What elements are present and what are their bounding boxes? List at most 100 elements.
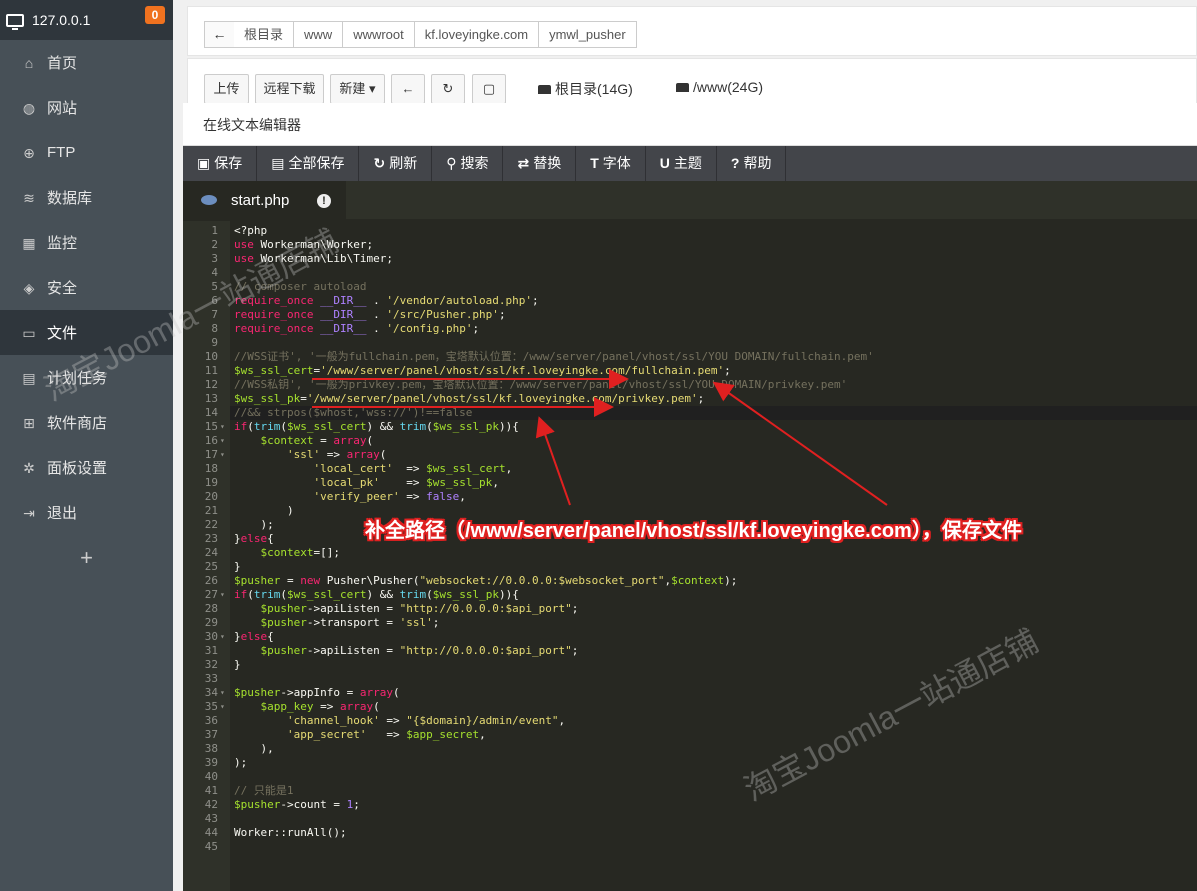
disk-root-label: 根目录(14G) [555, 81, 633, 97]
sidebar-item-label: 文件 [47, 325, 78, 342]
fold-arrow-icon[interactable]: ▾ [220, 588, 228, 602]
sidebar-item-2[interactable]: ⊕ FTP [0, 130, 173, 175]
line-number: 13 [204, 392, 218, 405]
line-number: 29 [204, 616, 218, 629]
online-text-editor: 在线文本编辑器 ▣ 保存 ▤ 全部保存 ↻ 刷新 ⚲ 搜索 ⇄ 替换 T 字体 U 主题? 帮助 start… [183, 103, 1197, 891]
code-line: } [234, 560, 241, 573]
code-line: $pusher->count = 1; [234, 798, 360, 811]
terminal-button[interactable]: ▢ [472, 74, 506, 104]
sidebar-item-label: 网站 [47, 100, 78, 117]
disk-icon [676, 83, 689, 92]
code-line: $pusher = new Pusher\Pusher("websocket:/… [234, 574, 738, 587]
remote-download-button[interactable]: 远程下载 [255, 74, 324, 104]
disk-icon [538, 85, 551, 94]
editor-tool-theme[interactable]: U 主题 [646, 146, 717, 181]
line-number: 23 [204, 532, 218, 545]
info-icon[interactable]: ! [317, 194, 331, 208]
gear-icon: ✲ [23, 459, 35, 476]
line-number: 21 [204, 504, 218, 517]
fold-arrow-icon[interactable]: ▾ [220, 630, 228, 644]
breadcrumb-item[interactable]: ymwl_pusher [539, 21, 637, 48]
logout-icon: ⇥ [23, 504, 35, 521]
sidebar-item-4[interactable]: ▦ 监控 [0, 220, 173, 265]
line-number: 1 [211, 224, 218, 237]
back-button[interactable]: ← [391, 74, 425, 104]
code-area[interactable]: 1 2 3 4 5 6 7 8 9 10 11 12 13 14 15 ▾ 16 ▾ 17 ▾ 18 19 20 21 22 23… [183, 221, 1197, 891]
editor-tool-label: 搜索 [460, 155, 489, 171]
disk-www[interactable]: /www(24G) [676, 79, 763, 95]
fold-arrow-icon[interactable]: ▾ [220, 700, 228, 714]
sidebar-item-1[interactable]: ◍ 网站 [0, 85, 173, 130]
fold-arrow-icon[interactable]: ▾ [220, 448, 228, 462]
back-arrow-icon[interactable]: ← [204, 21, 234, 48]
code-line: Worker::runAll(); [234, 826, 347, 839]
line-number: 18 [204, 462, 218, 475]
tab-start-php[interactable]: start.php ! [183, 181, 346, 219]
editor-tool-font[interactable]: T 字体 [576, 146, 646, 181]
sidebar-item-9[interactable]: ✲ 面板设置 [0, 445, 173, 490]
server-header[interactable]: 127.0.0.1 0 [0, 0, 173, 40]
fold-arrow-icon[interactable]: ▾ [220, 686, 228, 700]
editor-tool-help[interactable]: ? 帮助 [717, 146, 787, 181]
fold-arrow-icon[interactable]: ▾ [220, 434, 228, 448]
line-number: 41 [204, 784, 218, 797]
shield-icon: ◈ [23, 279, 35, 296]
sidebar-item-8[interactable]: ⊞ 软件商店 [0, 400, 173, 445]
code-line: 'channel_hook' => "{$domain}/admin/event… [286, 714, 566, 727]
calendar-icon: ▤ [22, 369, 36, 386]
breadcrumb-item[interactable]: 根目录 [234, 21, 295, 48]
file-toolbar: 上传 远程下载 新建 ▾ ← ↻ ▢ 根目录(14G) /www(24G) [187, 58, 1197, 108]
code-line: 'verify_peer' => false, [313, 490, 466, 503]
editor-tool-save[interactable]: ▣ 保存 [183, 146, 258, 181]
globe-icon: ◍ [22, 99, 36, 116]
fold-arrow-icon[interactable]: ▾ [220, 420, 228, 434]
sidebar-item-label: 安全 [47, 280, 78, 297]
notification-badge[interactable]: 0 [145, 6, 165, 24]
line-number: 17 [204, 448, 218, 461]
editor-tool-replace[interactable]: ⇄ 替换 [503, 146, 577, 181]
code-line: $context = array( [260, 434, 374, 447]
upload-button[interactable]: 上传 [204, 74, 249, 104]
tab-label: start.php [231, 192, 290, 209]
ftp-icon: ⊕ [23, 144, 35, 161]
refresh-button[interactable]: ↻ [431, 74, 465, 104]
line-number: 27 [204, 588, 218, 601]
line-number: 2 [211, 238, 218, 251]
monitor-chart-icon: ▦ [22, 234, 36, 251]
editor-title: 在线文本编辑器 [183, 103, 1197, 146]
code-line: $ws_ssl_cert='/www/server/panel/vhost/ss… [234, 364, 731, 377]
code-line: } [234, 658, 241, 671]
editor-tool-refresh[interactable]: ↻ 刷新 [359, 146, 433, 181]
breadcrumb-item[interactable]: wwwroot [343, 21, 415, 48]
arrow-left-icon: ← [401, 81, 415, 96]
sidebar-item-3[interactable]: ≋ 数据库 [0, 175, 173, 220]
line-number: 35 [204, 700, 218, 713]
replace-icon: ⇄ [517, 155, 530, 171]
code-line: $pusher->appInfo = array( [234, 686, 400, 699]
editor-tool-label: 帮助 [743, 155, 772, 171]
code-line: }else{ [234, 630, 274, 643]
database-icon: ≋ [23, 189, 35, 206]
sidebar-item-0[interactable]: ⌂ 首页 [0, 40, 173, 85]
new-dropdown-button[interactable]: 新建 ▾ [330, 74, 385, 104]
code-line: <?php [234, 224, 268, 237]
refresh-icon: ↻ [442, 81, 454, 96]
editor-tool-search[interactable]: ⚲ 搜索 [432, 146, 504, 181]
sidebar-item-10[interactable]: ⇥ 退出 [0, 490, 173, 535]
line-number: 45 [204, 840, 218, 853]
sidebar-item-5[interactable]: ◈ 安全 [0, 265, 173, 310]
add-icon[interactable]: + [0, 535, 173, 580]
line-number: 19 [204, 476, 218, 489]
code-line: $app_key => array( [260, 700, 380, 713]
code-line: }else{ [234, 532, 274, 545]
line-number: 28 [204, 602, 218, 615]
code-line: // 只能是1 [234, 784, 294, 797]
breadcrumb-item[interactable]: kf.loveyingke.com [414, 21, 540, 48]
editor-tool-save-all[interactable]: ▤ 全部保存 [257, 146, 360, 181]
code-line: ), [234, 742, 274, 755]
disk-www-label: /www(24G) [693, 79, 764, 95]
code-line: if(trim($ws_ssl_cert) && trim($ws_ssl_pk… [234, 588, 519, 601]
breadcrumb-item[interactable]: www [294, 21, 344, 48]
code-line: if(trim($ws_ssl_cert) && trim($ws_ssl_pk… [234, 420, 519, 433]
disk-root[interactable]: 根目录(14G) [538, 79, 633, 99]
